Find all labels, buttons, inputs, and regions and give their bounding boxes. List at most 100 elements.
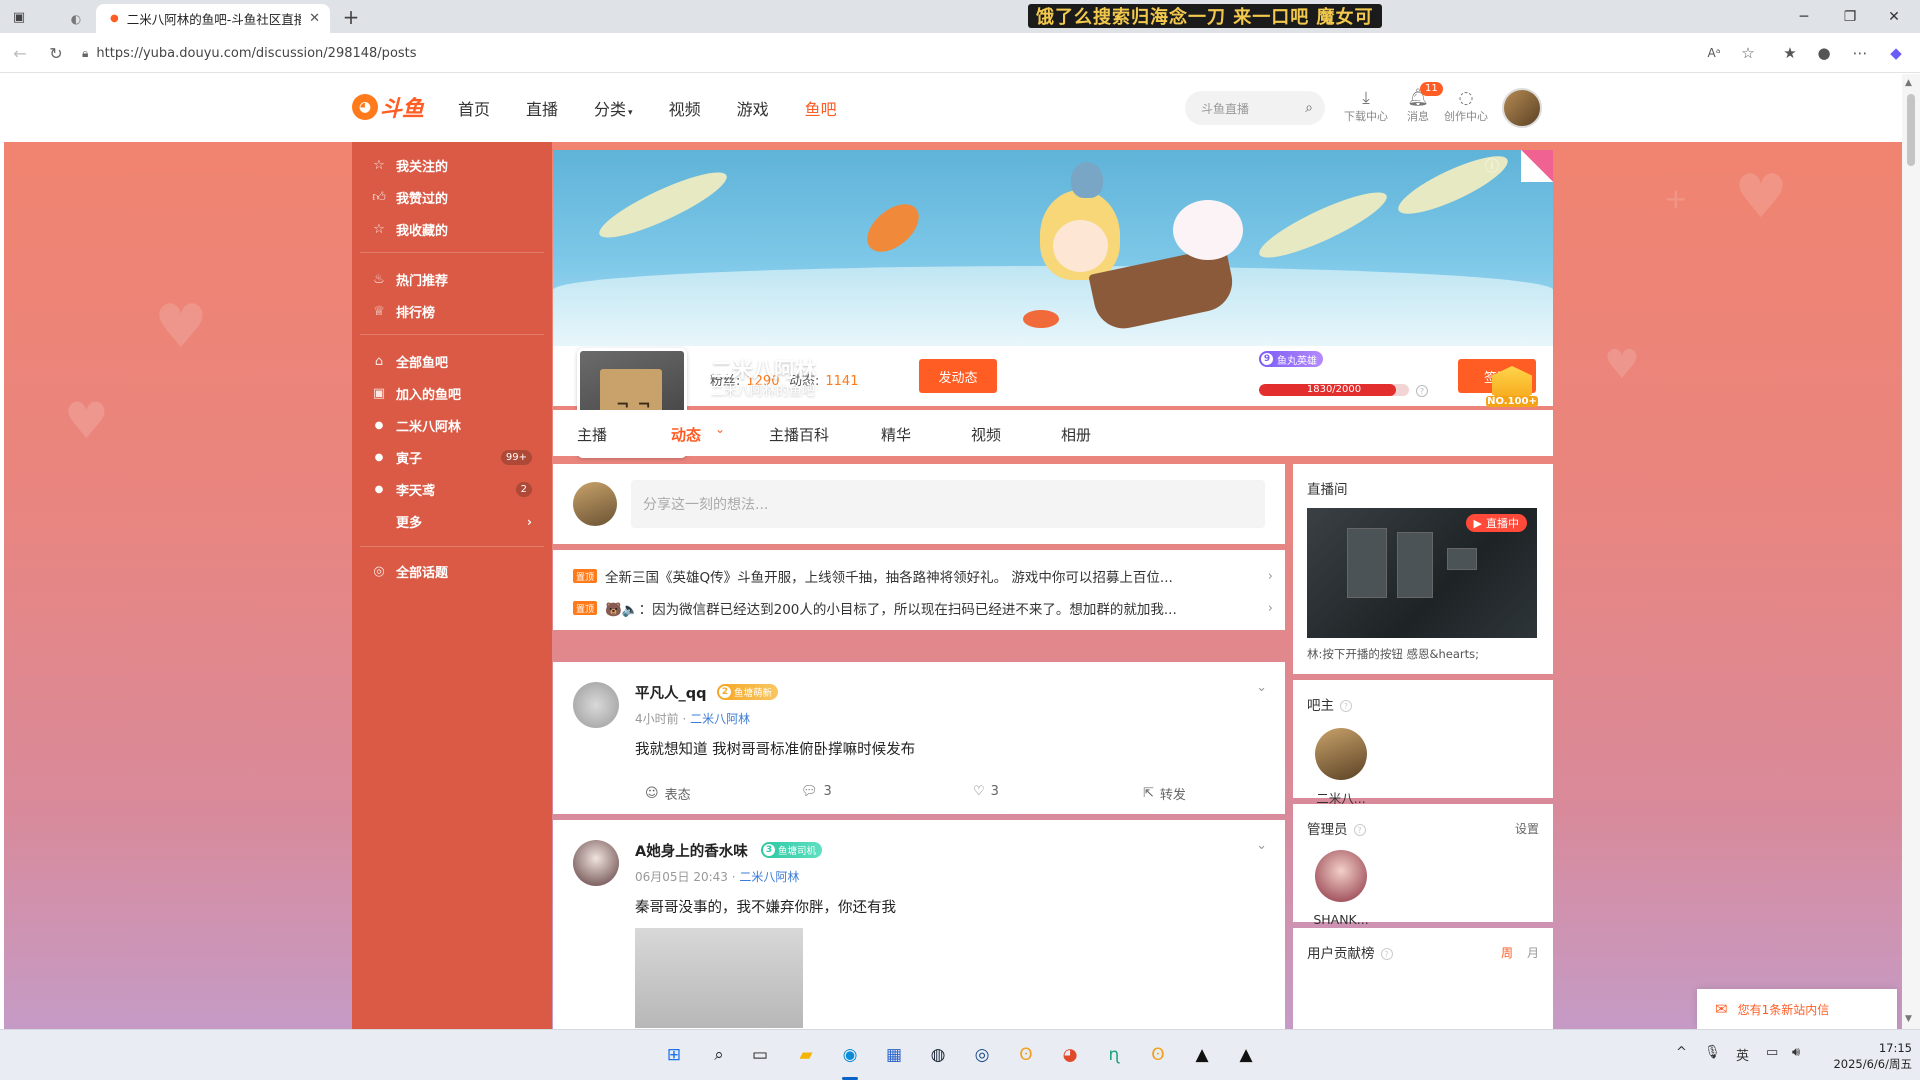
- minimize-icon[interactable]: ─: [1782, 4, 1826, 30]
- network-icon[interactable]: ▭: [1766, 1045, 1778, 1060]
- share-button[interactable]: ⇱ 转发: [1143, 784, 1186, 803]
- sidebar-item-following[interactable]: ☆ 我关注的: [372, 156, 532, 175]
- nav-live[interactable]: 直播: [526, 96, 558, 120]
- store-icon[interactable]: ▦: [878, 1039, 910, 1071]
- comment-button[interactable]: 💬︎ 3: [801, 784, 832, 799]
- post-username[interactable]: A她身上的香水味: [635, 840, 748, 861]
- file-explorer-icon[interactable]: ▰: [790, 1039, 822, 1071]
- nav-category[interactable]: 分类 ▾: [594, 96, 633, 120]
- post-source-link[interactable]: 二米八阿林: [739, 870, 799, 884]
- react-button[interactable]: ☺ 表态: [645, 784, 691, 803]
- page-fold-corner[interactable]: [1521, 150, 1553, 182]
- header-search[interactable]: 斗鱼直播 ⌕: [1185, 91, 1325, 125]
- tray-chevron-icon[interactable]: ^: [1676, 1045, 1687, 1060]
- creator-center[interactable]: ◌ 创作中心: [1440, 88, 1492, 124]
- tab-actions-icon[interactable]: ▣: [8, 6, 30, 28]
- nav-video[interactable]: 视频: [669, 96, 701, 120]
- sidebar-item-hot[interactable]: ♨ 热门推荐: [372, 270, 532, 289]
- new-tab-button[interactable]: +: [338, 4, 364, 30]
- composer-input[interactable]: 分享这一刻的想法...: [631, 480, 1265, 528]
- pinned-notice[interactable]: 置顶 全新三国《英雄Q传》斗鱼开服，上线领千抽，抽各路神将领好礼。 游戏中你可以…: [573, 566, 1273, 586]
- tab-month[interactable]: 月: [1527, 944, 1539, 961]
- more-menu-icon[interactable]: ⋯: [1848, 41, 1872, 65]
- task-view-icon[interactable]: ▭: [744, 1039, 776, 1071]
- sidebar-more[interactable]: 更多 ›: [372, 512, 532, 532]
- douyu-app-icon[interactable]: ◕: [1054, 1039, 1086, 1071]
- sidebar-bar-erlin[interactable]: ● 二米八阿林: [372, 416, 532, 435]
- tab-album[interactable]: 相册: [1061, 424, 1091, 445]
- help-icon[interactable]: ?: [1416, 385, 1428, 397]
- info-icon[interactable]: ⓘ: [1485, 156, 1499, 176]
- vpn-icon[interactable]: ◎: [966, 1039, 998, 1071]
- sidebar-bar-yinzi[interactable]: ● 寅子 99+: [372, 448, 532, 467]
- search-input[interactable]: 斗鱼直播: [1201, 100, 1305, 117]
- download-center[interactable]: ⤓ 下载中心: [1340, 88, 1392, 124]
- sidebar-item-topics[interactable]: ◎ 全部话题: [372, 562, 532, 581]
- back-icon[interactable]: ←: [8, 41, 32, 65]
- url-field[interactable]: 🔒︎ https://yuba.douyu.com/discussion/298…: [82, 38, 1702, 68]
- post-avatar[interactable]: [573, 682, 619, 728]
- owl-app-icon-2[interactable]: ʘ: [1142, 1039, 1174, 1071]
- post-button[interactable]: 发动态: [919, 359, 997, 393]
- system-clock[interactable]: 17:15 2025/6/6/周五: [1820, 1040, 1912, 1072]
- new-message-toast[interactable]: ✉ 您有1条新站内信: [1697, 989, 1897, 1029]
- game-app-icon-2[interactable]: ▲: [1230, 1039, 1262, 1071]
- nav-game[interactable]: 游戏: [737, 96, 769, 120]
- favorite-star-icon[interactable]: ☆: [1736, 41, 1760, 65]
- like-button[interactable]: ♡ 3: [973, 784, 999, 799]
- post-image[interactable]: [635, 928, 803, 1028]
- help-icon[interactable]: ?: [1340, 700, 1352, 712]
- scroll-up-icon[interactable]: ▲: [1905, 78, 1912, 88]
- messages[interactable]: 🔔︎ 11 消息: [1392, 82, 1444, 124]
- post-avatar[interactable]: [573, 840, 619, 886]
- tab-featured[interactable]: 精华: [881, 424, 911, 445]
- pinned-notice[interactable]: 置顶 🐻🔈：因为微信群已经达到200人的小目标了，所以现在扫码已经进不来了。想加…: [573, 598, 1273, 618]
- tab-week[interactable]: 周: [1501, 944, 1513, 961]
- copilot-icon[interactable]: ◆: [1884, 41, 1908, 65]
- owner-avatar[interactable]: [1315, 728, 1367, 780]
- browser-tab-active[interactable]: ● 二米八阿林的鱼吧-斗鱼社区直播 ✕: [96, 4, 330, 33]
- search-icon[interactable]: ⌕: [703, 1039, 735, 1071]
- chevron-down-icon[interactable]: ⌄: [1256, 838, 1267, 853]
- tab-close-icon[interactable]: ✕: [309, 11, 320, 26]
- sidebar-item-ranking[interactable]: ♕ 排行榜: [372, 302, 532, 321]
- nav-home[interactable]: 首页: [458, 96, 490, 120]
- admin-avatar[interactable]: [1315, 850, 1367, 902]
- tab-video[interactable]: 视频: [971, 424, 1001, 445]
- refresh-icon[interactable]: ↻: [44, 41, 68, 65]
- search-icon[interactable]: ⌕: [1305, 100, 1313, 116]
- nav-yuba[interactable]: 鱼吧: [805, 96, 837, 120]
- post-source-link[interactable]: 二米八阿林: [690, 712, 750, 726]
- page-scrollbar[interactable]: ▲ ▼: [1902, 74, 1920, 1029]
- scroll-thumb[interactable]: [1907, 94, 1915, 166]
- ime-indicator[interactable]: 英: [1736, 1045, 1749, 1064]
- post-body[interactable]: 秦哥哥没事的，我不嫌弃你胖，你还有我: [635, 896, 896, 917]
- close-window-icon[interactable]: ✕: [1872, 4, 1916, 30]
- sidebar-item-collected[interactable]: ☆ 我收藏的: [372, 220, 532, 239]
- read-aloud-icon[interactable]: Aᵃ: [1702, 41, 1726, 65]
- chevron-down-icon[interactable]: ⌄: [715, 422, 725, 436]
- sidebar-item-all-bars[interactable]: ⌂ 全部鱼吧: [372, 352, 532, 371]
- post-body[interactable]: 我就想知道 我树哥哥标准俯卧撑嘛时候发布: [635, 738, 915, 759]
- restore-icon[interactable]: ❐: [1828, 4, 1872, 30]
- sidebar-item-joined-bars[interactable]: ▣ 加入的鱼吧: [372, 384, 532, 403]
- steam-icon[interactable]: ◍: [922, 1039, 954, 1071]
- admin-settings-link[interactable]: 设置: [1515, 820, 1539, 837]
- tab-feed[interactable]: 动态: [671, 424, 701, 445]
- scroll-down-icon[interactable]: ▼: [1905, 1014, 1912, 1024]
- volume-icon[interactable]: 🔊︎: [1792, 1045, 1800, 1060]
- tab-anchor[interactable]: 主播: [577, 424, 607, 445]
- sidebar-bar-litianyuan[interactable]: ● 李天鸢 2: [372, 480, 532, 499]
- douyu-logo[interactable]: ◕ 斗鱼: [352, 90, 434, 124]
- game-app-icon[interactable]: ▲: [1186, 1039, 1218, 1071]
- edge-icon[interactable]: ◉: [834, 1039, 866, 1071]
- admin-name[interactable]: SHANK...: [1309, 912, 1373, 927]
- owl-app-icon[interactable]: ʘ: [1010, 1039, 1042, 1071]
- microphone-icon[interactable]: 🎙︎: [1704, 1045, 1721, 1060]
- help-icon[interactable]: ?: [1380, 948, 1393, 960]
- start-icon[interactable]: ⊞: [658, 1039, 690, 1071]
- sidebar-item-liked[interactable]: 👍︎ 我赞过的: [372, 188, 532, 207]
- profile-icon[interactable]: ●: [1812, 41, 1836, 65]
- live-thumbnail[interactable]: ▶ 直播中: [1307, 508, 1537, 638]
- tab-wiki[interactable]: 主播百科: [769, 424, 829, 445]
